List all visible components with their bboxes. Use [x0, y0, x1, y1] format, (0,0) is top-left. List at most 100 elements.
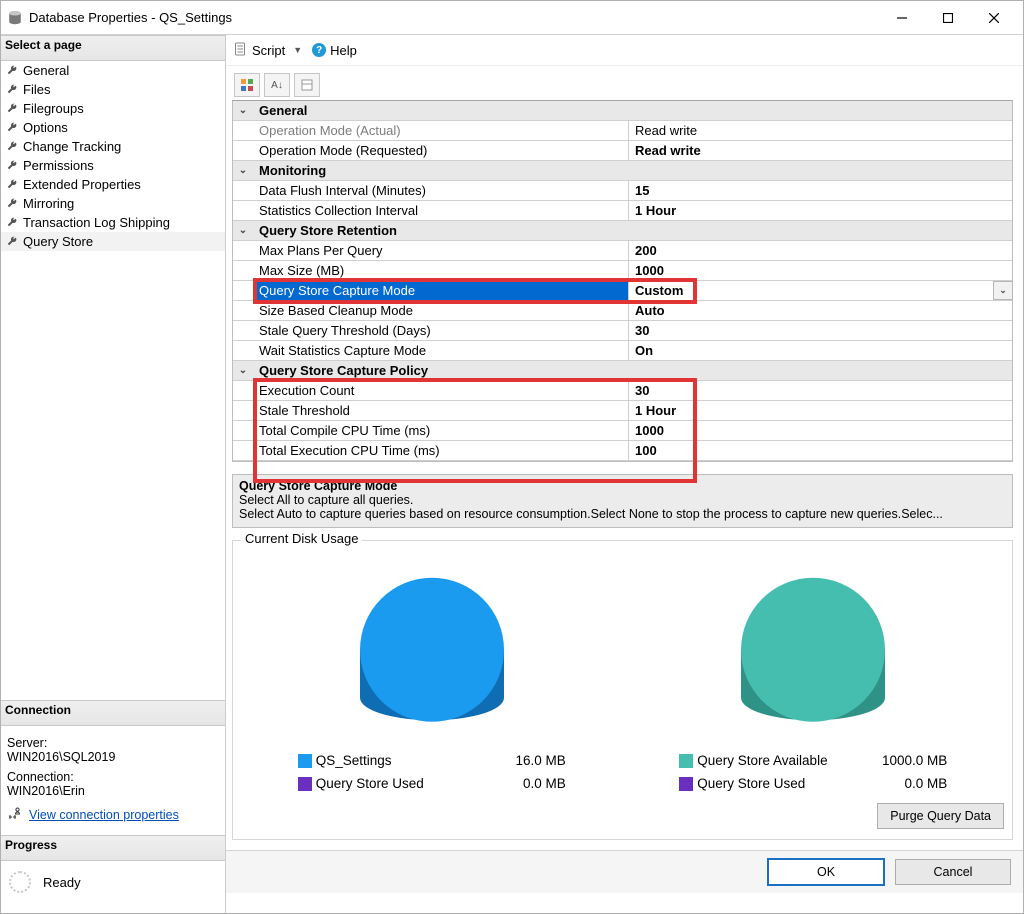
- prop-value[interactable]: 100: [629, 441, 1012, 460]
- page-item-permissions[interactable]: Permissions: [1, 156, 225, 175]
- page-item-label: Filegroups: [23, 101, 84, 116]
- dialog-footer: OK Cancel: [226, 850, 1023, 893]
- prop-label: Operation Mode (Actual): [253, 121, 629, 140]
- page-item-filegroups[interactable]: Filegroups: [1, 99, 225, 118]
- row-wait-stats[interactable]: Wait Statistics Capture Mode On: [233, 341, 1012, 361]
- prop-value[interactable]: 1 Hour: [629, 201, 1012, 220]
- disk-usage-title: Current Disk Usage: [241, 531, 362, 546]
- swatch-available: [679, 754, 693, 768]
- prop-value[interactable]: On: [629, 341, 1012, 360]
- prop-value[interactable]: 30: [629, 381, 1012, 400]
- prop-value[interactable]: 1000: [629, 261, 1012, 280]
- prop-value[interactable]: 30: [629, 321, 1012, 340]
- close-button[interactable]: [971, 1, 1017, 34]
- description-title: Query Store Capture Mode: [239, 479, 1006, 493]
- category-monitoring[interactable]: ⌄ Monitoring: [233, 161, 1012, 181]
- chart-querystore: [713, 563, 913, 743]
- purge-button[interactable]: Purge Query Data: [877, 803, 1004, 829]
- row-op-mode-actual[interactable]: Operation Mode (Actual) Read write: [233, 121, 1012, 141]
- legend-label: Query Store Used: [697, 776, 867, 791]
- legend-value: 16.0 MB: [486, 753, 566, 768]
- chevron-down-icon: ▼: [293, 45, 302, 55]
- category-label: Query Store Capture Policy: [253, 361, 1012, 380]
- description-box: Query Store Capture Mode Select All to c…: [232, 474, 1013, 528]
- alphabetical-button[interactable]: A↓: [264, 73, 290, 97]
- legend-left: QS_Settings 16.0 MB Query Store Used 0.0…: [298, 753, 566, 791]
- prop-label: Execution Count: [253, 381, 629, 400]
- prop-value[interactable]: Auto: [629, 301, 1012, 320]
- row-stats-interval[interactable]: Statistics Collection Interval 1 Hour: [233, 201, 1012, 221]
- titlebar[interactable]: Database Properties - QS_Settings: [1, 1, 1023, 35]
- prop-value[interactable]: 1 Hour: [629, 401, 1012, 420]
- prop-value[interactable]: 1000: [629, 421, 1012, 440]
- page-item-label: Permissions: [23, 158, 94, 173]
- page-item-label: Files: [23, 82, 50, 97]
- legend-value: 1000.0 MB: [867, 753, 947, 768]
- prop-value[interactable]: 15: [629, 181, 1012, 200]
- page-item-general[interactable]: General: [1, 61, 225, 80]
- wrench-icon: [7, 196, 17, 211]
- prop-value[interactable]: Custom ⌄: [629, 281, 1012, 300]
- row-stale-threshold[interactable]: Stale Threshold 1 Hour: [233, 401, 1012, 421]
- script-icon: [234, 42, 248, 59]
- row-compile-cpu[interactable]: Total Compile CPU Time (ms) 1000: [233, 421, 1012, 441]
- row-capture-mode[interactable]: Query Store Capture Mode Custom ⌄: [233, 281, 1012, 301]
- progress-block: Ready: [1, 861, 225, 913]
- maximize-button[interactable]: [925, 1, 971, 34]
- row-exec-cpu[interactable]: Total Execution CPU Time (ms) 100: [233, 441, 1012, 461]
- progress-header: Progress: [1, 835, 225, 861]
- grid-toolbar: A↓: [232, 72, 1013, 98]
- wrench-icon: [7, 63, 17, 78]
- wrench-icon: [7, 215, 17, 230]
- select-page-header: Select a page: [1, 35, 225, 61]
- minimize-button[interactable]: [879, 1, 925, 34]
- prop-value[interactable]: Read write: [629, 141, 1012, 160]
- page-item-query-store[interactable]: Query Store: [1, 232, 225, 251]
- prop-label: Stale Threshold: [253, 401, 629, 420]
- page-item-options[interactable]: Options: [1, 118, 225, 137]
- left-pane: Select a page General Files Filegroups: [1, 35, 226, 913]
- help-label: Help: [330, 43, 357, 58]
- dropdown-button[interactable]: ⌄: [993, 281, 1013, 300]
- wrench-icon: [7, 120, 17, 135]
- connection-value: WIN2016\Erin: [7, 784, 219, 798]
- row-max-size[interactable]: Max Size (MB) 1000: [233, 261, 1012, 281]
- ok-button[interactable]: OK: [767, 858, 885, 886]
- property-pages-button[interactable]: [294, 73, 320, 97]
- script-button[interactable]: Script ▼: [234, 42, 302, 59]
- description-line-1: Select All to capture all queries.: [239, 493, 1006, 507]
- category-retention[interactable]: ⌄ Query Store Retention: [233, 221, 1012, 241]
- connection-icon: [7, 806, 23, 823]
- page-item-change-tracking[interactable]: Change Tracking: [1, 137, 225, 156]
- row-op-mode-requested[interactable]: Operation Mode (Requested) Read write: [233, 141, 1012, 161]
- page-item-tlog-shipping[interactable]: Transaction Log Shipping: [1, 213, 225, 232]
- legend-label: Query Store Used: [316, 776, 486, 791]
- wrench-icon: [7, 101, 17, 116]
- swatch-used-right: [679, 777, 693, 791]
- page-list: General Files Filegroups Options Change …: [1, 61, 225, 251]
- view-connection-link[interactable]: View connection properties: [7, 806, 219, 823]
- prop-label: Query Store Capture Mode: [253, 281, 629, 300]
- help-button[interactable]: ? Help: [312, 43, 357, 58]
- category-capture-policy[interactable]: ⌄ Query Store Capture Policy: [233, 361, 1012, 381]
- row-exec-count[interactable]: Execution Count 30: [233, 381, 1012, 401]
- row-flush-interval[interactable]: Data Flush Interval (Minutes) 15: [233, 181, 1012, 201]
- page-item-label: Change Tracking: [23, 139, 121, 154]
- spinner-icon: [9, 871, 31, 893]
- prop-label: Data Flush Interval (Minutes): [253, 181, 629, 200]
- category-label: Query Store Retention: [253, 221, 1012, 240]
- cancel-button[interactable]: Cancel: [895, 859, 1011, 885]
- category-general[interactable]: ⌄ General: [233, 101, 1012, 121]
- wrench-icon: [7, 234, 17, 249]
- page-item-mirroring[interactable]: Mirroring: [1, 194, 225, 213]
- row-max-plans[interactable]: Max Plans Per Query 200: [233, 241, 1012, 261]
- category-label: General: [253, 101, 1012, 120]
- page-item-files[interactable]: Files: [1, 80, 225, 99]
- page-item-extended-properties[interactable]: Extended Properties: [1, 175, 225, 194]
- prop-label: Wait Statistics Capture Mode: [253, 341, 629, 360]
- row-cleanup-mode[interactable]: Size Based Cleanup Mode Auto: [233, 301, 1012, 321]
- page-item-label: Mirroring: [23, 196, 74, 211]
- row-stale-days[interactable]: Stale Query Threshold (Days) 30: [233, 321, 1012, 341]
- categorize-button[interactable]: [234, 73, 260, 97]
- prop-value[interactable]: 200: [629, 241, 1012, 260]
